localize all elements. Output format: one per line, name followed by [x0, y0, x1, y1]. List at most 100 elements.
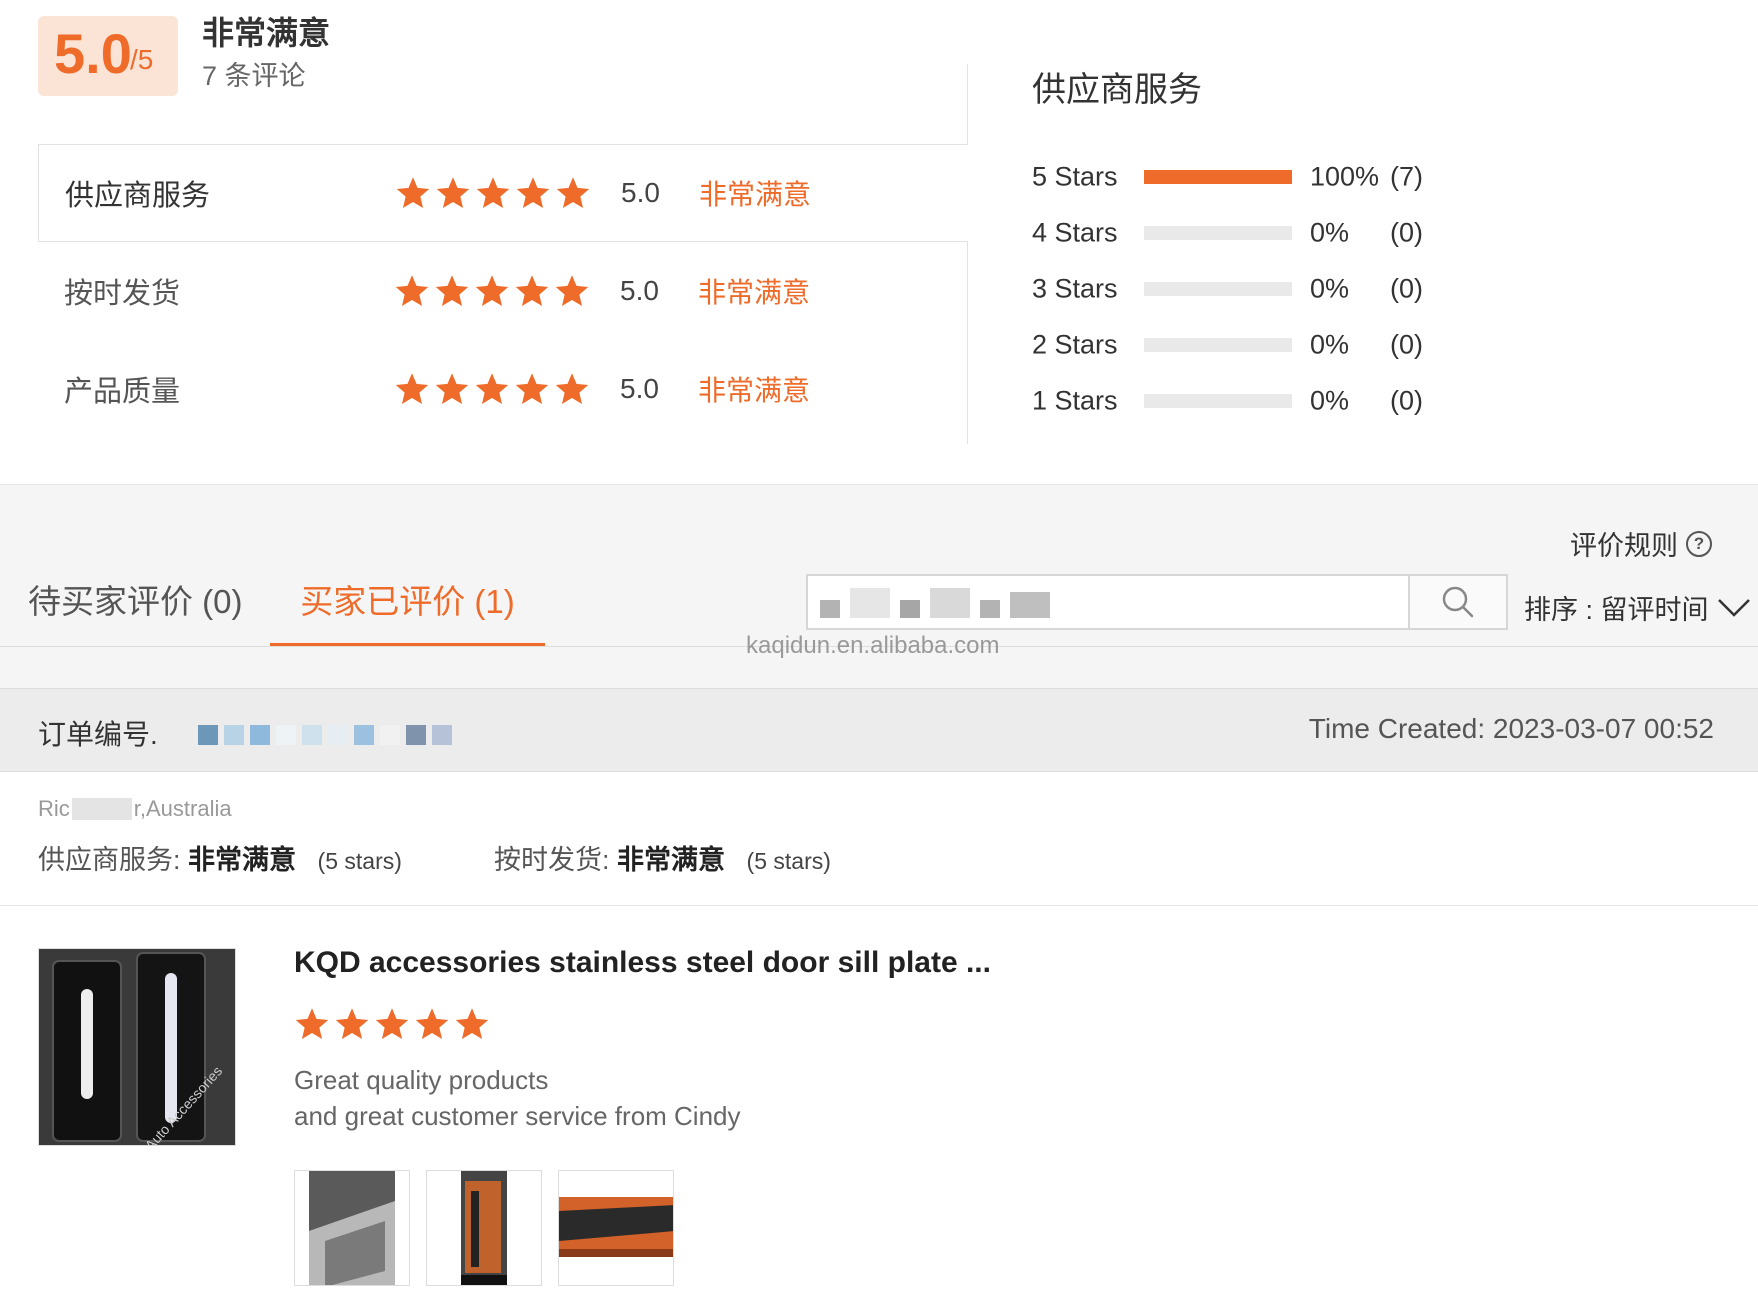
overall-rating-label: 非常满意 — [202, 15, 331, 51]
category-stars — [394, 371, 590, 407]
distribution-percent: 0% — [1310, 385, 1350, 416]
distribution-row-3: 3 Stars 0% (0) — [1032, 269, 1452, 309]
photo-image — [461, 1171, 507, 1285]
category-row-supplier-service[interactable]: 供应商服务 5.0 非常满意 — [38, 144, 968, 242]
order-number-redacted — [198, 725, 452, 745]
distribution-bar — [1144, 282, 1292, 296]
distribution-bar — [1144, 338, 1292, 352]
star-icon — [396, 177, 430, 208]
review-photo-1[interactable] — [294, 1170, 410, 1286]
order-time-created: Time Created: 2023-03-07 00:52 — [1308, 713, 1714, 744]
distribution-bar — [1144, 226, 1292, 240]
distribution-count: (0) — [1390, 217, 1423, 248]
star-icon — [475, 275, 509, 306]
star-icon — [455, 1008, 489, 1039]
search-redacted-text — [820, 586, 1120, 618]
star-icon — [395, 275, 429, 306]
rating-stars-text: (5 stars) — [317, 848, 402, 874]
rating-value: 非常满意 — [617, 845, 726, 875]
product-thumbnail[interactable]: Auto Accessories — [38, 948, 236, 1146]
review-comment: Great quality products and great custome… — [294, 1062, 741, 1134]
category-label: 非常满意 — [699, 179, 812, 210]
category-score: 5.0 — [620, 373, 659, 404]
sort-label: 排序 : 留评时间 — [1524, 595, 1709, 625]
star-icon — [516, 177, 550, 208]
review-rules-label: 评价规则 — [1570, 531, 1678, 561]
search-input[interactable] — [806, 574, 1410, 630]
distribution-label: 1 Stars — [1032, 385, 1118, 416]
distribution-row-5: 5 Stars 100% (7) — [1032, 157, 1452, 197]
star-icon — [395, 373, 429, 404]
buyer-country: r,Australia — [133, 796, 232, 821]
order-header: 订单编号. Time Created: 2023-03-07 00:52 — [0, 688, 1758, 772]
review-comment-line: and great customer service from Cindy — [294, 1101, 741, 1131]
distribution-percent: 100% — [1310, 161, 1380, 192]
category-stars — [394, 273, 590, 309]
review-comment-line: Great quality products — [294, 1065, 549, 1095]
distribution-title: 供应商服务 — [1032, 71, 1202, 109]
star-icon — [555, 275, 589, 306]
buyer-name-prefix: Ric — [38, 796, 70, 821]
distribution-row-1: 1 Stars 0% (0) — [1032, 381, 1452, 421]
distribution-row-4: 4 Stars 0% (0) — [1032, 213, 1452, 253]
distribution-bar — [1144, 394, 1292, 408]
star-icon — [436, 177, 470, 208]
photo-image — [309, 1171, 395, 1285]
category-score: 5.0 — [620, 275, 659, 306]
review-buyer-info: Ric r,Australia 供应商服务: 非常满意 (5 stars) 按时… — [0, 772, 1758, 906]
star-icon — [335, 1008, 369, 1039]
rating-value: 非常满意 — [188, 845, 297, 875]
tab-buyer-reviewed[interactable]: 买家已评价 (1) — [270, 580, 545, 646]
category-name: 按时发货 — [64, 278, 181, 310]
rating-stars-text: (5 stars) — [746, 848, 831, 874]
search-icon — [1442, 586, 1474, 618]
rating-label: 供应商服务: — [38, 845, 181, 875]
distribution-count: (0) — [1390, 385, 1423, 416]
star-icon — [435, 373, 469, 404]
star-icon — [375, 1008, 409, 1039]
category-name: 供应商服务 — [65, 180, 211, 212]
distribution-percent: 0% — [1310, 217, 1350, 248]
overall-score-badge: 5.0 /5 — [38, 16, 178, 96]
star-icon — [435, 275, 469, 306]
shipment-rating: 按时发货: 非常满意 (5 stars) — [494, 838, 831, 877]
category-row-on-time-shipment[interactable]: 按时发货 5.0 非常满意 — [38, 242, 968, 340]
distribution-bar — [1144, 170, 1292, 184]
product-title[interactable]: KQD accessories stainless steel door sil… — [294, 946, 991, 980]
review-photo-3[interactable] — [558, 1170, 674, 1286]
buyer-location: Ric r,Australia — [38, 796, 232, 822]
overall-score-max: /5 — [130, 44, 154, 75]
rating-summary: 5.0 /5 非常满意 7 条评论 供应商服务 5.0 非常满意 按时发货 5.… — [0, 0, 1758, 485]
distribution-label: 4 Stars — [1032, 217, 1118, 248]
search-button[interactable] — [1408, 574, 1508, 630]
tab-pending-reviews[interactable]: 待买家评价 (0) — [28, 580, 243, 646]
review-photo-2[interactable] — [426, 1170, 542, 1286]
category-stars — [395, 175, 591, 211]
review-count: 7 条评论 — [202, 61, 306, 91]
divider — [0, 484, 1758, 485]
product-image: Auto Accessories — [39, 949, 235, 1145]
distribution-count: (0) — [1390, 329, 1423, 360]
sort-dropdown[interactable]: 排序 : 留评时间 — [1524, 588, 1751, 627]
distribution-label: 3 Stars — [1032, 273, 1118, 304]
photo-image — [559, 1197, 673, 1257]
star-icon — [515, 373, 549, 404]
review-photos — [294, 1170, 674, 1286]
category-row-product-quality[interactable]: 产品质量 5.0 非常满意 — [38, 340, 968, 438]
star-icon — [515, 275, 549, 306]
star-icon — [415, 1008, 449, 1039]
help-icon[interactable]: ? — [1686, 530, 1712, 557]
overall-score: 5.0 — [54, 22, 132, 85]
distribution-count: (0) — [1390, 273, 1423, 304]
order-number-label: 订单编号. — [38, 719, 158, 750]
distribution-count: (7) — [1390, 161, 1423, 192]
distribution-percent: 0% — [1310, 329, 1350, 360]
category-label: 非常满意 — [698, 277, 811, 308]
product-review: Auto Accessories KQD accessories stainle… — [0, 906, 1758, 1292]
buyer-name-redacted — [71, 798, 132, 820]
review-rules-link[interactable]: 评价规则 ? — [1570, 524, 1712, 563]
category-score: 5.0 — [621, 177, 660, 208]
chevron-down-icon — [1717, 598, 1750, 617]
star-icon — [555, 373, 589, 404]
rating-label: 按时发货: — [494, 845, 610, 875]
